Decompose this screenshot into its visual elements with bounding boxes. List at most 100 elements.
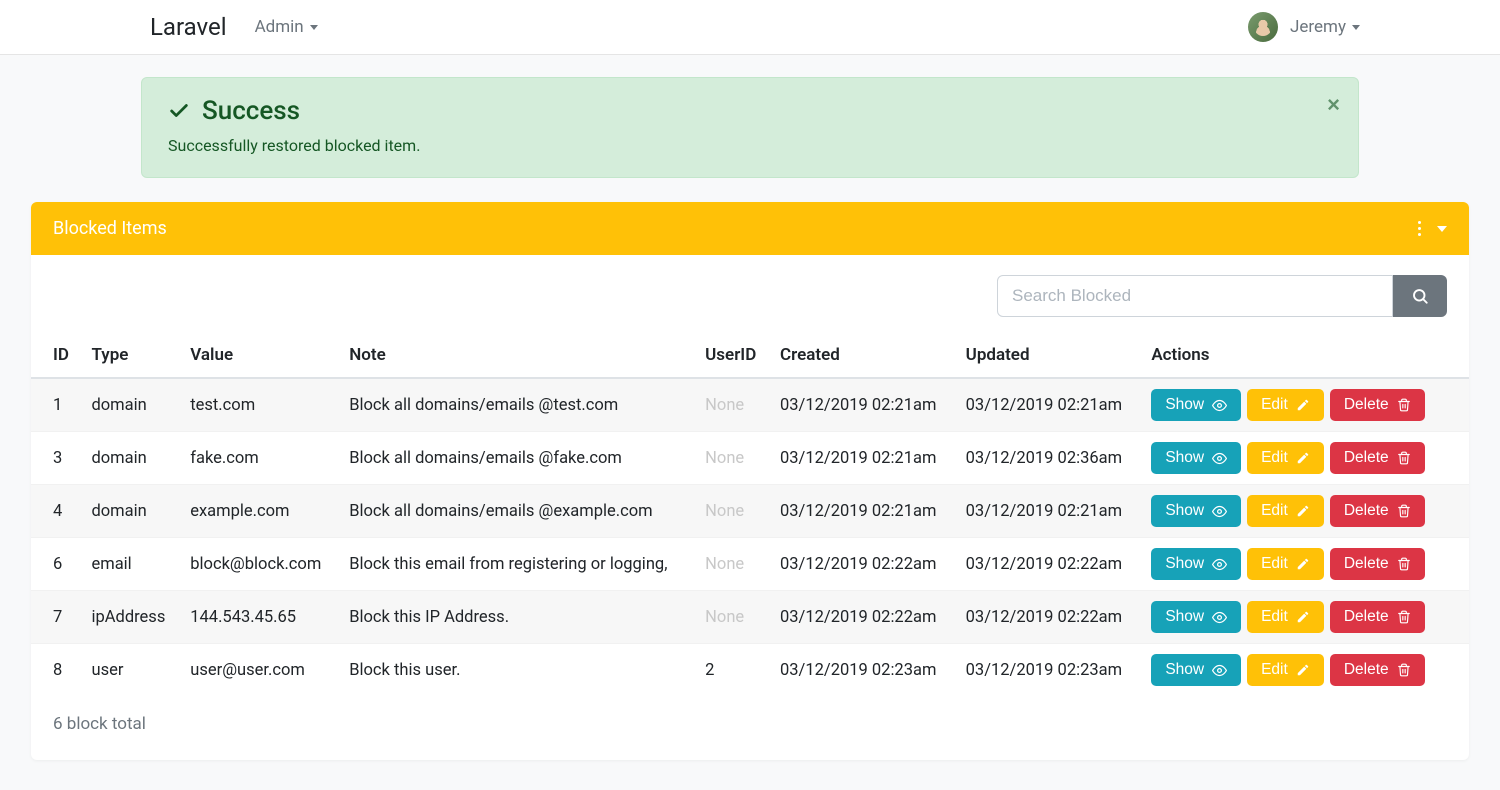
alert-message: Successfully restored blocked item. bbox=[168, 136, 1332, 155]
cell-note: Block this user. bbox=[339, 644, 695, 697]
pencil-icon bbox=[1296, 557, 1310, 571]
col-id: ID bbox=[31, 333, 81, 378]
brand[interactable]: Laravel bbox=[150, 13, 227, 41]
cell-note: Block all domains/emails @example.com bbox=[339, 485, 695, 538]
cell-actions: ShowEditDelete bbox=[1141, 432, 1469, 485]
pencil-icon bbox=[1296, 663, 1310, 677]
cell-type: ipAddress bbox=[81, 591, 180, 644]
cell-note: Block this email from registering or log… bbox=[339, 538, 695, 591]
cell-id: 6 bbox=[31, 538, 81, 591]
col-userid: UserID bbox=[695, 333, 770, 378]
cell-updated: 03/12/2019 02:21am bbox=[956, 378, 1142, 432]
cell-value: 144.543.45.65 bbox=[180, 591, 339, 644]
delete-button[interactable]: Delete bbox=[1330, 654, 1425, 686]
card-title: Blocked Items bbox=[53, 218, 167, 239]
show-button[interactable]: Show bbox=[1151, 389, 1241, 421]
cell-note: Block this IP Address. bbox=[339, 591, 695, 644]
nav-admin-dropdown[interactable]: Admin bbox=[255, 17, 318, 37]
cell-actions: ShowEditDelete bbox=[1141, 591, 1469, 644]
col-updated: Updated bbox=[956, 333, 1142, 378]
show-button[interactable]: Show bbox=[1151, 601, 1241, 633]
pencil-icon bbox=[1296, 504, 1310, 518]
card-header-menu[interactable] bbox=[1418, 221, 1447, 236]
table-row: 1domaintest.comBlock all domains/emails … bbox=[31, 378, 1469, 432]
show-button[interactable]: Show bbox=[1151, 654, 1241, 686]
nav-user-menu[interactable]: Jeremy bbox=[1248, 12, 1360, 42]
col-value: Value bbox=[180, 333, 339, 378]
show-button[interactable]: Show bbox=[1151, 548, 1241, 580]
cell-created: 03/12/2019 02:21am bbox=[770, 378, 956, 432]
blocked-items-table: ID Type Value Note UserID Created Update… bbox=[31, 333, 1469, 696]
table-row: 6emailblock@block.comBlock this email fr… bbox=[31, 538, 1469, 591]
cell-updated: 03/12/2019 02:22am bbox=[956, 591, 1142, 644]
cell-actions: ShowEditDelete bbox=[1141, 644, 1469, 697]
chevron-down-icon bbox=[1352, 25, 1360, 30]
cell-actions: ShowEditDelete bbox=[1141, 378, 1469, 432]
navbar: Laravel Admin Jeremy bbox=[0, 0, 1500, 55]
cell-created: 03/12/2019 02:22am bbox=[770, 538, 956, 591]
cell-userid: None bbox=[695, 538, 770, 591]
pencil-icon bbox=[1296, 398, 1310, 412]
cell-id: 1 bbox=[31, 378, 81, 432]
check-icon bbox=[168, 100, 190, 122]
cell-actions: ShowEditDelete bbox=[1141, 538, 1469, 591]
search-button[interactable] bbox=[1393, 275, 1447, 317]
nav-user-name: Jeremy bbox=[1290, 17, 1346, 37]
cell-type: user bbox=[81, 644, 180, 697]
table-row: 7ipAddress144.543.45.65Block this IP Add… bbox=[31, 591, 1469, 644]
cell-value: example.com bbox=[180, 485, 339, 538]
cell-userid: 2 bbox=[695, 644, 770, 697]
cell-updated: 03/12/2019 02:36am bbox=[956, 432, 1142, 485]
edit-button[interactable]: Edit bbox=[1247, 548, 1324, 580]
edit-button[interactable]: Edit bbox=[1247, 389, 1324, 421]
cell-updated: 03/12/2019 02:21am bbox=[956, 485, 1142, 538]
cell-userid: None bbox=[695, 485, 770, 538]
cell-type: domain bbox=[81, 485, 180, 538]
search-input[interactable] bbox=[997, 275, 1393, 317]
alert-success: Success Successfully restored blocked it… bbox=[141, 77, 1359, 178]
alert-close-button[interactable]: × bbox=[1327, 92, 1340, 118]
cell-value: fake.com bbox=[180, 432, 339, 485]
eye-icon bbox=[1212, 610, 1227, 625]
nav-admin-label: Admin bbox=[255, 17, 304, 37]
table-row: 3domainfake.comBlock all domains/emails … bbox=[31, 432, 1469, 485]
alert-title: Success bbox=[202, 96, 300, 126]
cell-note: Block all domains/emails @fake.com bbox=[339, 432, 695, 485]
cell-userid: None bbox=[695, 591, 770, 644]
pencil-icon bbox=[1296, 610, 1310, 624]
search-icon bbox=[1411, 287, 1429, 305]
edit-button[interactable]: Edit bbox=[1247, 654, 1324, 686]
delete-button[interactable]: Delete bbox=[1330, 495, 1425, 527]
search-group bbox=[997, 275, 1447, 317]
pencil-icon bbox=[1296, 451, 1310, 465]
cell-note: Block all domains/emails @test.com bbox=[339, 378, 695, 432]
show-button[interactable]: Show bbox=[1151, 495, 1241, 527]
cell-userid: None bbox=[695, 432, 770, 485]
cell-type: email bbox=[81, 538, 180, 591]
eye-icon bbox=[1212, 504, 1227, 519]
edit-button[interactable]: Edit bbox=[1247, 495, 1324, 527]
delete-button[interactable]: Delete bbox=[1330, 548, 1425, 580]
table-total: 6 block total bbox=[31, 696, 1469, 760]
trash-icon bbox=[1397, 557, 1411, 571]
col-type: Type bbox=[81, 333, 180, 378]
col-created: Created bbox=[770, 333, 956, 378]
table-row: 8useruser@user.comBlock this user.203/12… bbox=[31, 644, 1469, 697]
eye-icon bbox=[1212, 663, 1227, 678]
cell-type: domain bbox=[81, 432, 180, 485]
show-button[interactable]: Show bbox=[1151, 442, 1241, 474]
cell-actions: ShowEditDelete bbox=[1141, 485, 1469, 538]
cell-id: 3 bbox=[31, 432, 81, 485]
delete-button[interactable]: Delete bbox=[1330, 601, 1425, 633]
trash-icon bbox=[1397, 663, 1411, 677]
more-vertical-icon bbox=[1418, 221, 1421, 236]
blocked-items-card: Blocked Items ID Type Value Note bbox=[31, 202, 1469, 760]
trash-icon bbox=[1397, 610, 1411, 624]
cell-id: 8 bbox=[31, 644, 81, 697]
delete-button[interactable]: Delete bbox=[1330, 389, 1425, 421]
trash-icon bbox=[1397, 398, 1411, 412]
edit-button[interactable]: Edit bbox=[1247, 601, 1324, 633]
cell-id: 4 bbox=[31, 485, 81, 538]
delete-button[interactable]: Delete bbox=[1330, 442, 1425, 474]
edit-button[interactable]: Edit bbox=[1247, 442, 1324, 474]
